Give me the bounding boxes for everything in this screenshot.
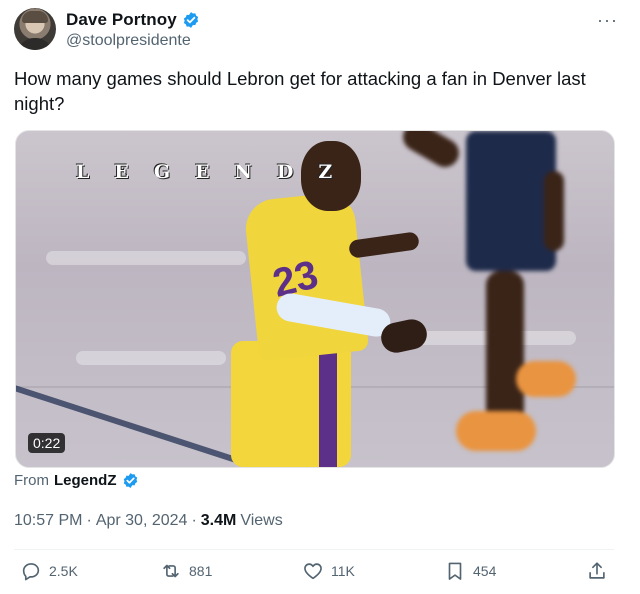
- verified-badge-icon: [183, 12, 198, 28]
- video-duration-badge: 0:22: [28, 433, 66, 453]
- meta-separator: ·: [191, 512, 197, 529]
- reply-count: 2.5K: [49, 563, 78, 579]
- author-name[interactable]: Dave Portnoy: [66, 10, 177, 30]
- video-frame-player: 23: [211, 141, 451, 467]
- repost-count: 881: [189, 563, 213, 579]
- action-bar: 2.5K 881 11K 454: [14, 560, 614, 590]
- reply-button[interactable]: 2.5K: [20, 560, 78, 582]
- verified-badge-icon: [123, 473, 137, 488]
- bookmark-button[interactable]: 454: [444, 560, 496, 582]
- bookmark-count: 454: [473, 563, 497, 579]
- views-label: Views: [240, 512, 283, 529]
- tweet-date[interactable]: Apr 30, 2024: [96, 512, 188, 530]
- views-count[interactable]: 3.4M: [201, 512, 237, 530]
- from-label: From: [14, 472, 49, 489]
- tweet-header: Dave Portnoy @stoolpresidente ···: [14, 8, 626, 52]
- author-name-row[interactable]: Dave Portnoy: [66, 10, 200, 30]
- like-count: 11K: [331, 563, 355, 579]
- like-button[interactable]: 11K: [302, 560, 355, 582]
- repost-button[interactable]: 881: [160, 560, 212, 582]
- video-watermark: LEGENDZ: [76, 161, 358, 183]
- source-account-link[interactable]: LegendZ: [54, 472, 117, 489]
- avatar[interactable]: [14, 8, 56, 50]
- tweet-meta: 10:57 PM · Apr 30, 2024 · 3.4M Views: [14, 512, 283, 530]
- tweet-time[interactable]: 10:57 PM: [14, 512, 82, 530]
- share-button[interactable]: [586, 560, 608, 582]
- bookmark-icon: [448, 562, 462, 580]
- heart-icon: [304, 563, 322, 580]
- meta-separator: ·: [86, 512, 92, 529]
- reply-icon: [22, 563, 40, 581]
- author-handle[interactable]: @stoolpresidente: [66, 32, 191, 50]
- divider: [14, 549, 614, 550]
- video-frame-player-blur: [398, 131, 614, 467]
- video-source: From LegendZ: [14, 472, 139, 489]
- video-player[interactable]: 23 LEGENDZ 0:22: [15, 130, 615, 468]
- more-options-icon[interactable]: ···: [597, 10, 618, 31]
- repost-icon: [163, 564, 179, 578]
- tweet-text: How many games should Lebron get for att…: [14, 68, 586, 114]
- share-icon: [589, 562, 605, 579]
